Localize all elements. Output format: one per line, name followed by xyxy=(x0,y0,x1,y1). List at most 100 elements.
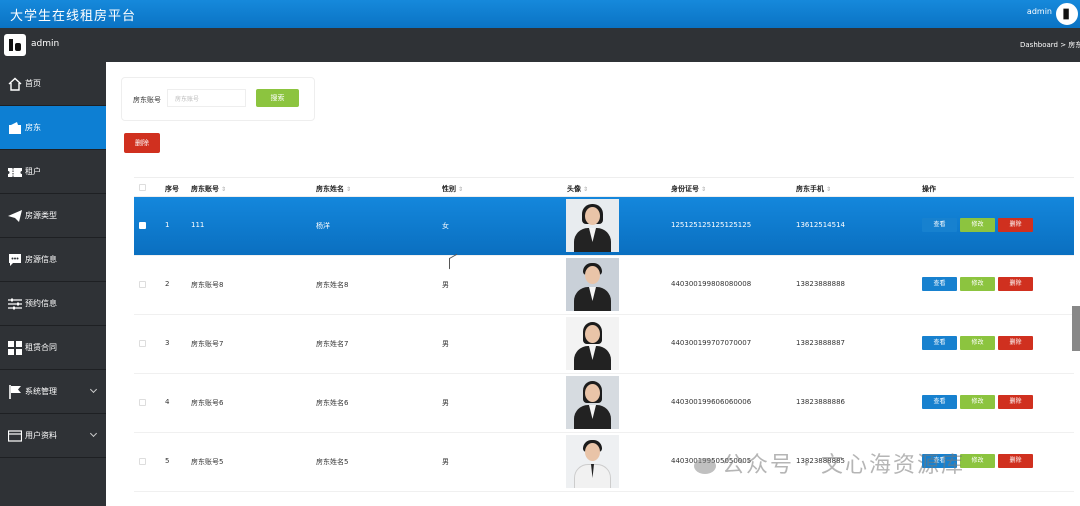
sidebar-item-label: 用户资料 xyxy=(25,431,57,440)
column-label: 身份证号 xyxy=(671,185,699,193)
wallet-icon xyxy=(8,121,22,135)
column-header-account[interactable]: 房东账号 ⇕ xyxy=(191,184,226,194)
sort-icon: ⇕ xyxy=(221,186,227,193)
watermark-text: 公众号 · 文心海资源库 xyxy=(722,453,965,478)
row-checkbox[interactable] xyxy=(139,340,146,347)
cell-account: 111 xyxy=(191,221,205,229)
wechat-icon xyxy=(694,458,716,474)
cell-no: 1 xyxy=(165,221,170,229)
cell-gender: 男 xyxy=(442,340,449,348)
column-header-actions: 操作 xyxy=(922,185,936,193)
sidebar-item-label: 系统管理 xyxy=(25,387,57,396)
column-header-no: 序号 xyxy=(165,185,179,193)
sliders-icon xyxy=(8,297,22,311)
view-button[interactable]: 查看 xyxy=(922,218,957,232)
sidebar-item-home[interactable]: 首页 xyxy=(0,62,106,106)
sidebar-item-contracts[interactable]: 租赁合同 xyxy=(0,326,106,370)
sidebar-item-landlord[interactable]: 房东 xyxy=(0,106,106,150)
avatar-photo xyxy=(566,199,619,252)
edit-button[interactable]: 修改 xyxy=(960,336,995,350)
cell-gender: 男 xyxy=(442,399,449,407)
search-button[interactable]: 搜索 xyxy=(256,89,299,107)
sidebar-item-profile[interactable]: 用户资料 xyxy=(0,414,106,458)
secondary-header: admin Dashboard > 房东 xyxy=(0,28,1080,62)
header-avatar[interactable] xyxy=(1056,3,1078,25)
edit-button[interactable]: 修改 xyxy=(960,277,995,291)
cell-account: 房东账号5 xyxy=(191,458,224,466)
header-username[interactable]: admin xyxy=(1027,7,1052,16)
chevron-down-icon xyxy=(89,385,98,394)
table-row[interactable]: 2 房东账号8 房东姓名8 男 440300199808080008 13823… xyxy=(134,256,1074,315)
cell-phone: 13823888888 xyxy=(796,280,845,288)
delete-button[interactable]: 删除 xyxy=(998,395,1033,409)
cell-no: 2 xyxy=(165,280,170,288)
sort-icon: ⇕ xyxy=(701,186,707,193)
sidebar-item-label: 预约信息 xyxy=(25,299,57,308)
select-all-checkbox[interactable] xyxy=(139,184,146,191)
sidebar-item-appointments[interactable]: 预约信息 xyxy=(0,282,106,326)
cell-name: 房东姓名8 xyxy=(316,281,349,289)
delete-button[interactable]: 删除 xyxy=(998,454,1033,468)
cell-no: 3 xyxy=(165,339,170,347)
edit-button[interactable]: 修改 xyxy=(960,218,995,232)
flag-icon xyxy=(8,384,22,399)
sidebar-item-label: 房源信息 xyxy=(25,255,57,264)
row-checkbox[interactable] xyxy=(139,399,146,406)
brand-logo xyxy=(4,34,26,56)
cell-account: 房东账号6 xyxy=(191,399,224,407)
send-icon xyxy=(8,209,22,223)
scrollbar-thumb[interactable] xyxy=(1072,306,1080,351)
cell-account: 房东账号7 xyxy=(191,340,224,348)
cell-account: 房东账号8 xyxy=(191,281,224,289)
row-checkbox[interactable] xyxy=(139,458,146,465)
cell-id-card: 440300199707070007 xyxy=(671,339,752,347)
cell-gender: 女 xyxy=(442,222,449,230)
batch-delete-button[interactable]: 删除 xyxy=(124,133,160,153)
edit-button[interactable]: 修改 xyxy=(960,454,995,468)
column-label: 房东姓名 xyxy=(316,185,344,193)
view-button[interactable]: 查看 xyxy=(922,395,957,409)
watermark: 公众号 · 文心海资源库 xyxy=(694,447,965,479)
sidebar-item-label: 房东 xyxy=(25,123,41,132)
delete-button[interactable]: 删除 xyxy=(998,218,1033,232)
avatar-glyph xyxy=(1063,8,1069,20)
landlord-table: 序号 房东账号 ⇕ 房东姓名 ⇕ 性别 ⇕ 头像 ⇕ 身份证号 ⇕ 房东手机 ⇕ 操作 1 … xyxy=(134,177,1074,492)
column-header-gender[interactable]: 性别 ⇕ xyxy=(442,184,463,194)
table-header: 序号 房东账号 ⇕ 房东姓名 ⇕ 性别 ⇕ 头像 ⇕ 身份证号 ⇕ 房东手机 ⇕ 操作 xyxy=(134,177,1074,197)
row-checkbox[interactable] xyxy=(139,281,146,288)
message-icon xyxy=(8,253,22,267)
sidebar-item-house-info[interactable]: 房源信息 xyxy=(0,238,106,282)
row-actions: 查看 修改 删除 xyxy=(922,277,1033,291)
column-header-name[interactable]: 房东姓名 ⇕ xyxy=(316,184,351,194)
column-header-id-card[interactable]: 身份证号 ⇕ xyxy=(671,184,706,194)
sidebar-item-house-type[interactable]: 房源类型 xyxy=(0,194,106,238)
sort-icon: ⇕ xyxy=(346,186,352,193)
delete-button[interactable]: 删除 xyxy=(998,277,1033,291)
table-row[interactable]: 1 111 杨洋 女 125125125125125125 1361251451… xyxy=(134,197,1074,256)
column-header-phone[interactable]: 房东手机 ⇕ xyxy=(796,184,831,194)
sidebar: 首页 房东 租户 房源类型 房源信息 预约信息 租赁合同 系统管理 用户资料 xyxy=(0,62,106,506)
column-label: 头像 xyxy=(567,185,581,193)
breadcrumb[interactable]: Dashboard > 房东 xyxy=(1020,40,1080,50)
delete-button[interactable]: 删除 xyxy=(998,336,1033,350)
cell-id-card: 440300199808080008 xyxy=(671,280,752,288)
row-actions: 查看 修改 删除 xyxy=(922,395,1033,409)
sidebar-item-system[interactable]: 系统管理 xyxy=(0,370,106,414)
cell-phone: 13612514514 xyxy=(796,221,845,229)
search-input[interactable]: 房东账号 xyxy=(167,89,246,107)
view-button[interactable]: 查看 xyxy=(922,336,957,350)
sidebar-item-tenant[interactable]: 租户 xyxy=(0,150,106,194)
app-title: 大学生在线租房平台 xyxy=(10,9,137,24)
cell-name: 房东姓名6 xyxy=(316,399,349,407)
edit-button[interactable]: 修改 xyxy=(960,395,995,409)
view-button[interactable]: 查看 xyxy=(922,277,957,291)
cell-phone: 13823888887 xyxy=(796,339,845,347)
column-header-avatar[interactable]: 头像 ⇕ xyxy=(567,184,588,194)
row-checkbox[interactable] xyxy=(139,222,146,229)
cell-name: 房东姓名5 xyxy=(316,458,349,466)
table-row[interactable]: 3 房东账号7 房东姓名7 男 440300199707070007 13823… xyxy=(134,315,1074,374)
table-row[interactable]: 4 房东账号6 房东姓名6 男 440300199606060006 13823… xyxy=(134,374,1074,433)
cell-name: 杨洋 xyxy=(316,222,330,230)
cell-phone: 13823888886 xyxy=(796,398,845,406)
cell-no: 5 xyxy=(165,457,170,465)
